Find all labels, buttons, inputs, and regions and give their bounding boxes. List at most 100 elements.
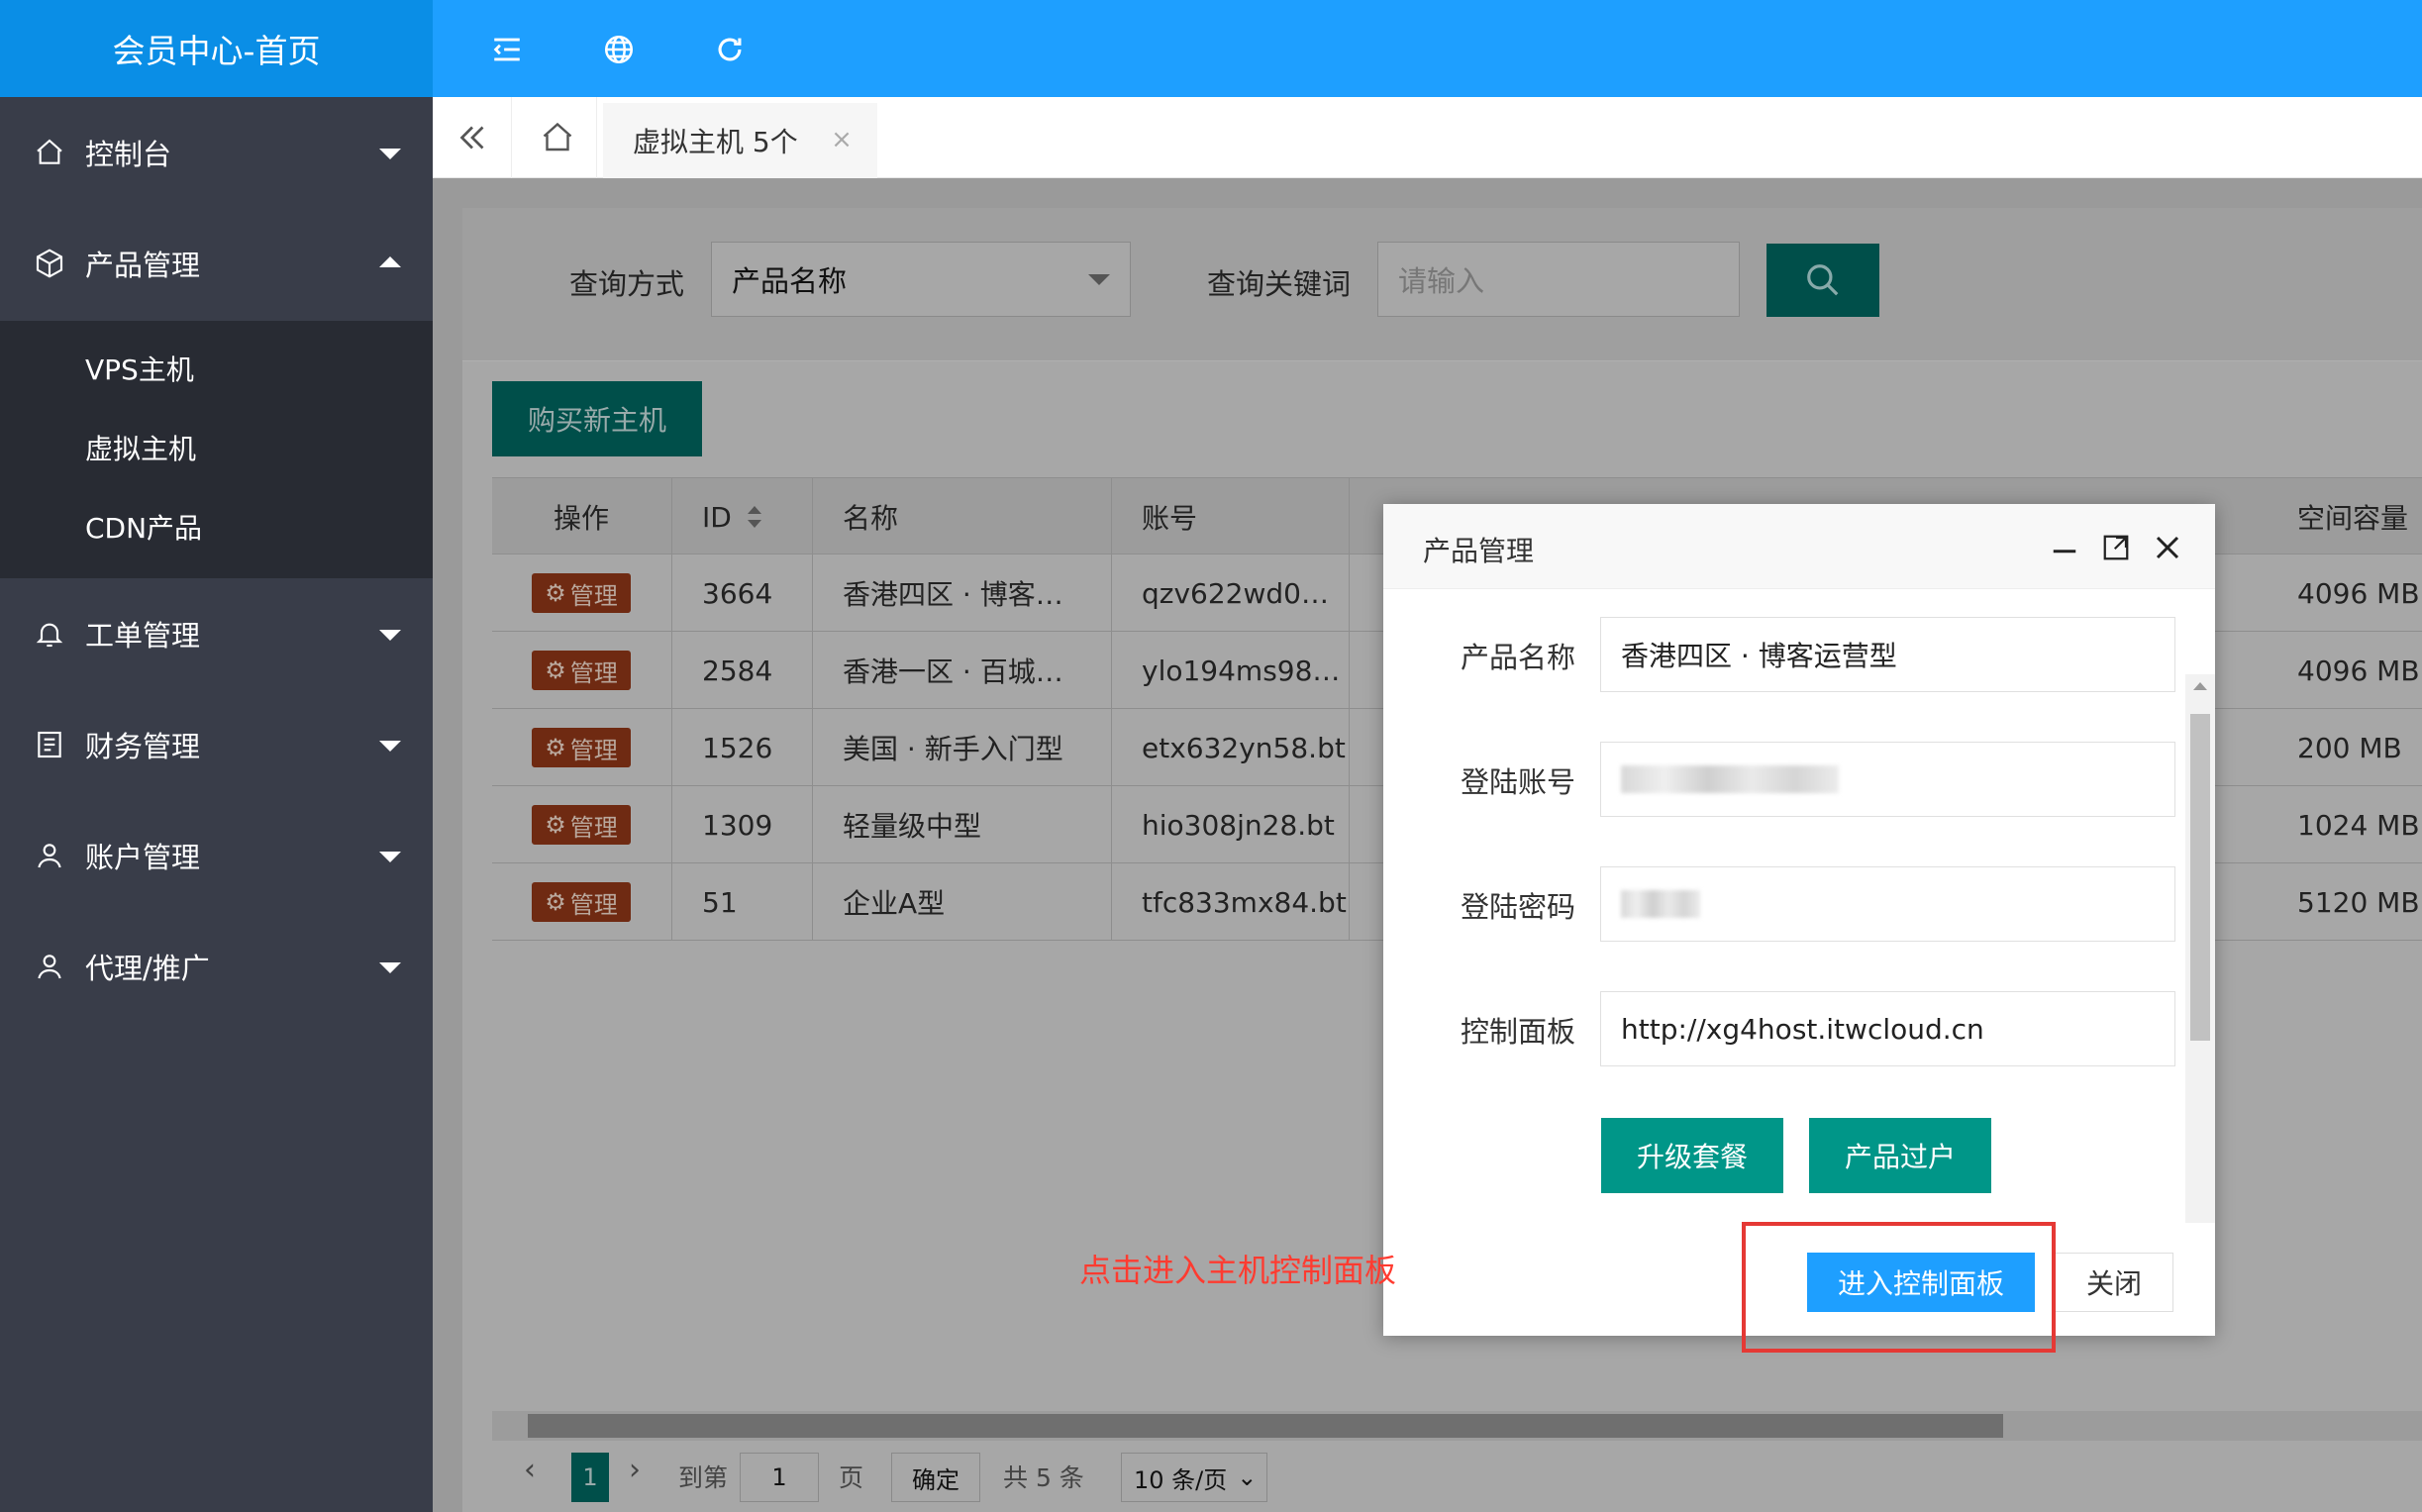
user-icon <box>38 955 61 979</box>
sidebar-item-finance[interactable]: 财务管理 <box>0 689 433 800</box>
tab-home-icon[interactable] <box>518 97 597 178</box>
id-cell: 2584 <box>672 632 813 709</box>
sort-icon[interactable] <box>746 504 763 530</box>
sidebar-item-products[interactable]: 产品管理 <box>0 208 433 319</box>
sidebar-item-tickets[interactable]: 工单管理 <box>0 578 433 689</box>
buy-new-host-button[interactable]: 购买新主机 <box>492 381 702 456</box>
login-account-field[interactable] <box>1600 742 2175 817</box>
bell-icon <box>36 623 63 648</box>
manage-label: 管理 <box>569 581 618 610</box>
subnav-item-cdn[interactable]: CDN产品 <box>85 507 422 547</box>
tab-scroll-left-icon[interactable] <box>433 97 512 178</box>
header-capacity: 空间容量 <box>2297 502 2409 535</box>
header-name: 名称 <box>813 478 1112 555</box>
sidebar-item-agent[interactable]: 代理/推广 <box>0 911 433 1022</box>
gear-icon: ⚙ <box>545 579 566 607</box>
op-cell: ⚙ 管理 <box>492 786 672 863</box>
account-cell: ylo194ms98… <box>1112 632 1350 709</box>
header-id[interactable]: ID <box>672 478 813 555</box>
manage-label: 管理 <box>569 658 618 687</box>
close-icon[interactable] <box>2150 530 2185 565</box>
gear-icon: ⚙ <box>545 734 566 761</box>
search-button[interactable] <box>1766 244 1879 317</box>
close-icon[interactable]: × <box>830 127 854 152</box>
refresh-icon[interactable] <box>704 24 756 75</box>
search-icon <box>1807 264 1839 296</box>
chevron-down-icon: ⌄ <box>1237 1463 1258 1491</box>
redacted-value <box>1621 765 1839 793</box>
sidebar-item-label: 财务管理 <box>85 730 201 763</box>
per-page-value: 10 条/页 <box>1134 1465 1228 1494</box>
dialog-header: 产品管理 <box>1383 504 2215 589</box>
page-1-button[interactable]: 1 <box>571 1453 609 1502</box>
op-cell: ⚙ 管理 <box>492 632 672 709</box>
op-cell: ⚙ 管理 <box>492 709 672 786</box>
next-page-icon[interactable]: › <box>629 1453 641 1487</box>
control-panel-url-field[interactable]: http://xg4host.itwcloud.cn <box>1600 991 2175 1066</box>
upgrade-plan-button[interactable]: 升级套餐 <box>1601 1118 1783 1193</box>
keyword-input[interactable]: 请输入 <box>1377 242 1740 317</box>
tab-label: 虚拟主机 5个 <box>633 126 798 158</box>
sidebar-subnav: VPS主机 虚拟主机 CDN产品 <box>0 321 433 578</box>
product-name-field[interactable]: 香港四区 · 博客运营型 <box>1600 617 2175 692</box>
transfer-product-button[interactable]: 产品过户 <box>1809 1118 1991 1193</box>
field-label-product-name: 产品名称 <box>1461 641 1576 674</box>
header-id-label: ID <box>702 500 732 534</box>
globe-icon[interactable] <box>593 24 645 75</box>
gear-icon: ⚙ <box>545 811 566 839</box>
scroll-up-icon[interactable] <box>2193 682 2207 690</box>
sidebar-item-label: 控制台 <box>85 138 172 171</box>
search-mode-value: 产品名称 <box>732 264 848 298</box>
header-op: 操作 <box>492 478 672 555</box>
capacity-cell: 200 MB <box>2297 731 2402 764</box>
per-page-select[interactable]: 10 条/页 ⌄ <box>1121 1453 1267 1502</box>
table-horizontal-scrollbar[interactable] <box>492 1411 2422 1441</box>
dialog-body: 产品名称 香港四区 · 博客运营型 登陆账号 登陆密码 控制面板 http://… <box>1383 589 2215 1223</box>
prev-page-icon[interactable]: ‹ <box>524 1453 536 1487</box>
id-cell: 1309 <box>672 786 813 863</box>
tab-virtual-host[interactable]: 虚拟主机 5个 × <box>603 103 877 178</box>
minimize-icon[interactable] <box>2047 530 2082 565</box>
login-password-field[interactable] <box>1600 866 2175 942</box>
goto-page-input[interactable]: 1 <box>740 1453 819 1502</box>
manage-button[interactable]: ⚙ 管理 <box>532 728 631 767</box>
dialog-scrollbar[interactable] <box>2185 674 2215 1223</box>
sidebar-item-dashboard[interactable]: 控制台 <box>0 97 433 208</box>
gear-icon: ⚙ <box>545 888 566 916</box>
search-mode-label: 查询方式 <box>569 267 685 301</box>
id-cell: 51 <box>672 863 813 941</box>
manage-label: 管理 <box>569 736 618 764</box>
highlight-box <box>1742 1222 2056 1353</box>
user-icon <box>38 844 61 868</box>
scrollbar-thumb[interactable] <box>528 1414 2003 1438</box>
search-mode-select[interactable]: 产品名称 <box>711 242 1131 317</box>
sidebar-item-label: 代理/推广 <box>85 952 210 985</box>
field-label-control-panel: 控制面板 <box>1461 1015 1576 1049</box>
goto-confirm-button[interactable]: 确定 <box>891 1453 980 1502</box>
menu-fold-icon[interactable] <box>481 24 533 75</box>
sidebar-item-label: 工单管理 <box>85 619 201 653</box>
app-logo[interactable]: 会员中心-首页 <box>0 0 433 97</box>
maximize-icon[interactable] <box>2098 530 2134 565</box>
capacity-cell: 1024 MB <box>2297 808 2420 842</box>
sidebar-item-label: 产品管理 <box>85 249 201 282</box>
manage-button[interactable]: ⚙ 管理 <box>532 573 631 613</box>
scrollbar-thumb[interactable] <box>2190 714 2210 1041</box>
manage-label: 管理 <box>569 813 618 842</box>
search-row: 查询方式 产品名称 查询关键词 请输入 <box>462 208 2422 361</box>
capacity-cell: 5120 MB <box>2297 885 2420 919</box>
annotation-text: 点击进入主机控制面板 <box>1079 1252 1397 1289</box>
manage-button[interactable]: ⚙ 管理 <box>532 882 631 922</box>
manage-button[interactable]: ⚙ 管理 <box>532 805 631 845</box>
manage-button[interactable]: ⚙ 管理 <box>532 651 631 690</box>
close-dialog-button[interactable]: 关闭 <box>2055 1253 2173 1312</box>
op-cell: ⚙ 管理 <box>492 554 672 632</box>
gear-icon: ⚙ <box>545 656 566 684</box>
subnav-item-vps[interactable]: VPS主机 <box>85 349 422 388</box>
subnav-item-virtual-host[interactable]: 虚拟主机 <box>85 428 422 467</box>
cube-icon <box>36 249 63 278</box>
capacity-cell: 4096 MB <box>2297 576 2420 610</box>
sidebar-item-label: 账户管理 <box>85 841 201 874</box>
name-cell: 美国 · 新手入门型 <box>813 709 1112 786</box>
sidebar-item-account[interactable]: 账户管理 <box>0 800 433 911</box>
